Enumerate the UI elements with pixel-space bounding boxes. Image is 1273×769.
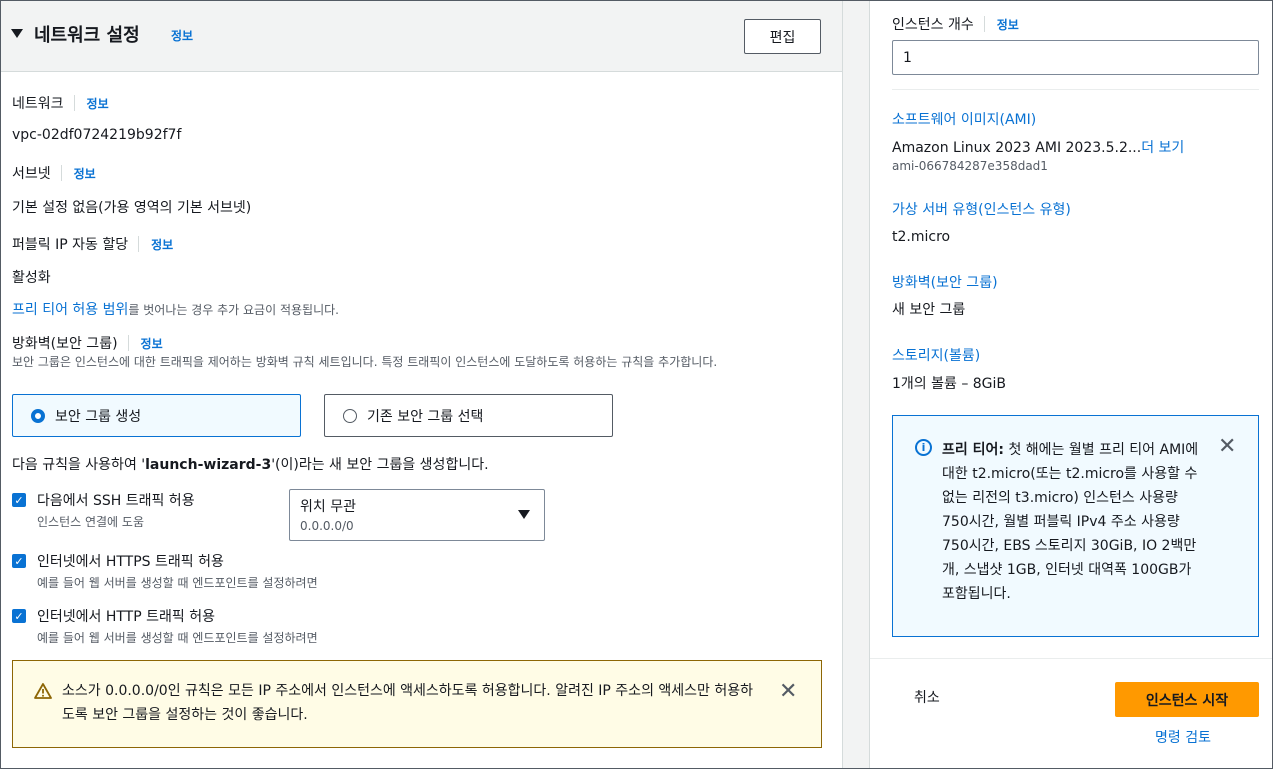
divider	[892, 89, 1259, 90]
ami-name: Amazon Linux 2023 AMI 2023.5.2...	[892, 140, 1142, 156]
ssh-rule-label: 다음에서 SSH 트래픽 허용	[37, 493, 195, 509]
storage-value: 1개의 볼륨 – 8GiB	[892, 376, 1007, 392]
rule-note-suffix: '(이)라는 새 보안 그룹을 생성합니다.	[271, 457, 489, 473]
network-value: vpc-02df0724219b92f7f	[12, 127, 182, 143]
subnet-value: 기본 설정 없음(가용 영역의 기본 서브넷)	[12, 200, 252, 216]
rule-note-sg-name: launch-wizard-3	[145, 457, 272, 473]
panel-header: 네트워크 설정 정보 편집	[1, 1, 842, 72]
rule-note: 다음 규칙을 사용하여 'launch-wizard-3'(이)라는 새 보안 …	[12, 454, 489, 474]
collapse-caret-icon[interactable]	[11, 29, 23, 38]
http-checkbox[interactable]: ✓	[12, 609, 26, 623]
instance-type-value: t2.micro	[892, 229, 951, 245]
free-tier-note-text: 를 벗어나는 경우 추가 요금이 적용됩니다.	[128, 303, 339, 317]
public-ip-label-row: 퍼블릭 IP 자동 할당 정보	[12, 234, 173, 254]
radio-unselected-icon[interactable]	[343, 408, 357, 423]
free-tier-info-box: i 프리 티어: 첫 해에는 월별 프리 티어 AMI에 대한 t2.micro…	[892, 415, 1259, 637]
storage-link[interactable]: 스토리지(볼륨)	[892, 345, 980, 365]
panel-divider	[842, 1, 870, 768]
network-label-row: 네트워크 정보	[12, 93, 109, 113]
public-ip-info-link[interactable]: 정보	[151, 236, 173, 253]
public-ip-label: 퍼블릭 IP 자동 할당	[12, 237, 129, 253]
close-icon[interactable]: ✕	[1218, 436, 1236, 458]
header-info-link[interactable]: 정보	[171, 27, 193, 44]
firewall-label: 방화벽(보안 그룹)	[12, 336, 118, 352]
warning-icon	[34, 683, 52, 699]
instance-count-label: 인스턴스 개수	[892, 17, 974, 33]
rule-note-prefix: 다음 규칙을 사용하여 '	[12, 457, 146, 473]
info-icon: i	[915, 439, 932, 456]
divider	[983, 16, 985, 32]
subnet-info-link[interactable]: 정보	[74, 165, 96, 182]
caret-down-icon	[518, 510, 530, 519]
firewall-info-link[interactable]: 정보	[141, 335, 163, 352]
instance-count-input[interactable]: 1	[892, 40, 1259, 75]
subnet-label-row: 서브넷 정보	[12, 163, 96, 183]
summary-panel: 인스턴스 개수 정보 1 소프트웨어 이미지(AMI) Amazon Linux…	[870, 1, 1272, 768]
divider	[870, 658, 1272, 659]
https-rule-label: 인터넷에서 HTTPS 트래픽 허용	[37, 554, 224, 570]
https-rule-desc: 예를 들어 웹 서버를 생성할 때 엔드포인트를 설정하려면	[37, 576, 318, 590]
free-tier-link[interactable]: 프리 티어 허용 범위	[12, 302, 128, 318]
sg-option-create[interactable]: 보안 그룹 생성	[12, 394, 301, 437]
instance-count-label-row: 인스턴스 개수 정보	[892, 14, 1019, 34]
free-tier-body: 첫 해에는 월별 프리 티어 AMI에 대한 t2.micro(또는 t2.mi…	[942, 442, 1199, 602]
firewall-link[interactable]: 방화벽(보안 그룹)	[892, 272, 998, 292]
http-rule-label: 인터넷에서 HTTP 트래픽 허용	[37, 609, 215, 625]
ssh-source-cidr: 0.0.0.0/0	[300, 519, 354, 533]
divider	[127, 335, 129, 351]
close-icon[interactable]: ✕	[779, 681, 797, 703]
http-rule-desc: 예를 들어 웹 서버를 생성할 때 엔드포인트를 설정하려면	[37, 631, 318, 645]
ami-value: Amazon Linux 2023 AMI 2023.5.2...더 보기	[892, 137, 1184, 157]
free-tier-note: 프리 티어 허용 범위를 벗어나는 경우 추가 요금이 적용됩니다.	[12, 299, 339, 319]
network-settings-panel: 네트워크 설정 정보 편집 네트워크 정보 vpc-02df0724219b92…	[1, 1, 842, 768]
open-ip-warning: 소스가 0.0.0.0/0인 규칙은 모든 IP 주소에서 인스턴스에 액세스하…	[12, 660, 822, 748]
subnet-label: 서브넷	[12, 166, 51, 182]
public-ip-value: 활성화	[12, 270, 51, 286]
ssh-source-value: 위치 무관	[300, 499, 356, 515]
instance-type-link[interactable]: 가상 서버 유형(인스턴스 유형)	[892, 199, 1071, 219]
firewall-value: 새 보안 그룹	[892, 302, 966, 318]
ssh-checkbox[interactable]: ✓	[12, 493, 26, 507]
ami-link[interactable]: 소프트웨어 이미지(AMI)	[892, 109, 1036, 129]
firewall-description: 보안 그룹은 인스턴스에 대한 트래픽을 제어하는 방화벽 규칙 세트입니다. …	[12, 355, 718, 369]
firewall-label-row: 방화벽(보안 그룹) 정보	[12, 333, 163, 353]
instance-count-info-link[interactable]: 정보	[997, 16, 1019, 33]
ssh-rule-desc: 인스턴스 연결에 도움	[37, 515, 144, 529]
divider	[73, 95, 75, 111]
section-title: 네트워크 설정	[34, 25, 140, 46]
divider	[60, 165, 62, 181]
free-tier-title: 프리 티어:	[942, 442, 1004, 458]
network-info-link[interactable]: 정보	[87, 95, 109, 112]
divider	[138, 236, 140, 252]
warning-text: 소스가 0.0.0.0/0인 규칙은 모든 IP 주소에서 인스턴스에 액세스하…	[62, 683, 754, 723]
ami-more-link[interactable]: 더 보기	[1141, 140, 1184, 156]
cancel-button[interactable]: 취소	[914, 687, 940, 707]
ssh-source-select[interactable]: 위치 무관 0.0.0.0/0	[289, 489, 545, 541]
ami-id: ami-066784287e358dad1	[892, 159, 1048, 173]
launch-instance-button[interactable]: 인스턴스 시작	[1115, 682, 1259, 717]
sg-option-create-label: 보안 그룹 생성	[55, 408, 142, 425]
review-commands-link[interactable]: 명령 검토	[1155, 727, 1211, 747]
free-tier-info-text: 프리 티어: 첫 해에는 월별 프리 티어 AMI에 대한 t2.micro(또…	[942, 438, 1207, 606]
edit-button[interactable]: 편집	[744, 19, 821, 54]
sg-option-existing[interactable]: 기존 보안 그룹 선택	[324, 394, 613, 437]
sg-option-existing-label: 기존 보안 그룹 선택	[367, 408, 484, 425]
network-label: 네트워크	[12, 96, 64, 112]
https-checkbox[interactable]: ✓	[12, 554, 26, 568]
radio-selected-icon[interactable]	[31, 408, 45, 423]
